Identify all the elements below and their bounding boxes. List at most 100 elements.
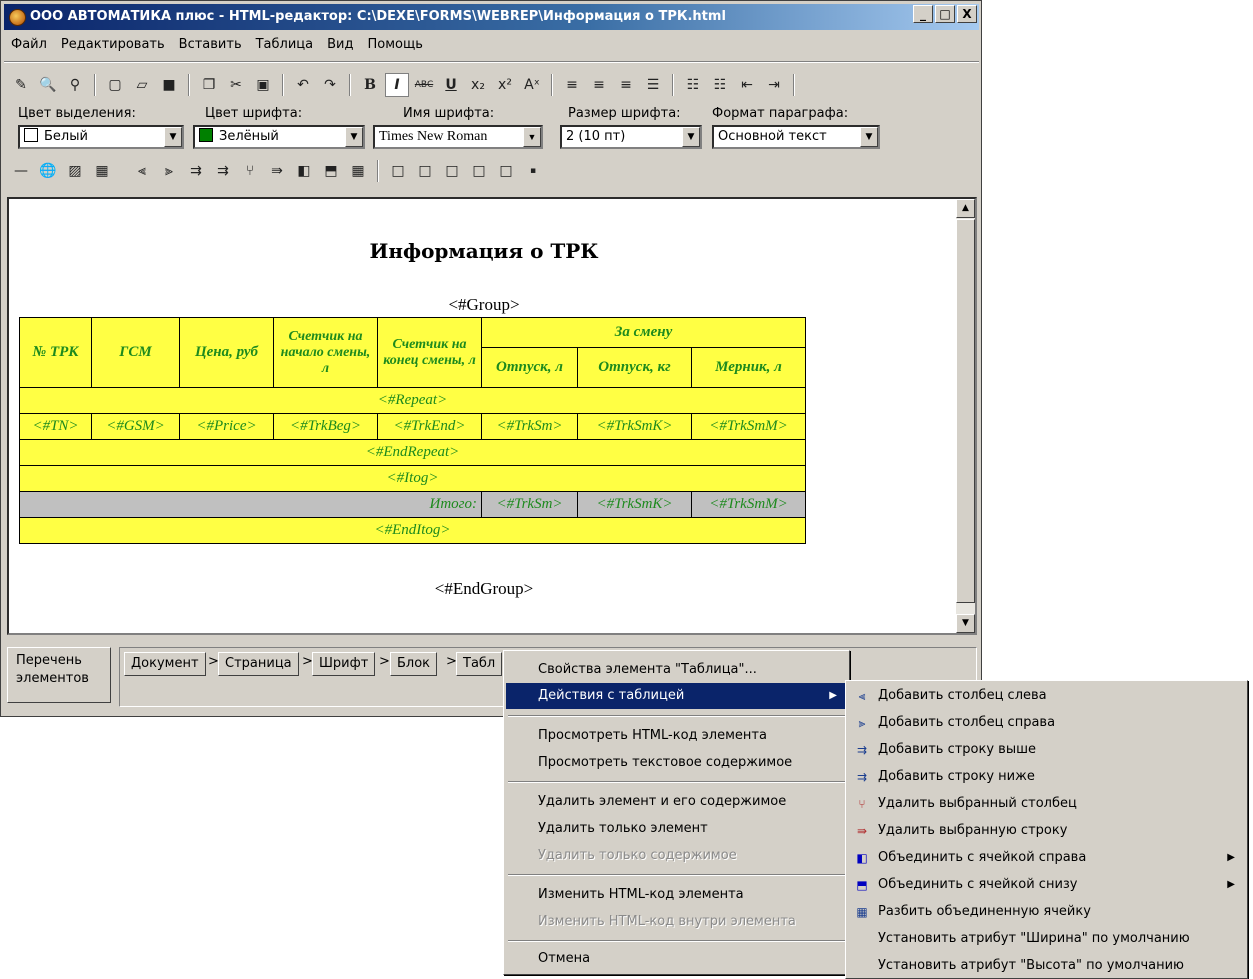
- scroll-thumb[interactable]: [956, 219, 975, 603]
- menu-help[interactable]: Помощь: [360, 32, 429, 58]
- header-cell[interactable]: Отпуск, кг: [577, 347, 692, 388]
- font-name-select[interactable]: Times New Roman ▼: [373, 125, 543, 149]
- superscript-icon[interactable]: x²: [493, 73, 517, 97]
- menu-item-default-width[interactable]: Установить атрибут "Ширина" по умолчанию: [848, 926, 1245, 952]
- crumb-block[interactable]: Блок: [390, 652, 438, 676]
- end-itog-tag[interactable]: <#EndItog>: [19, 517, 806, 544]
- header-cell[interactable]: Мерник, л: [691, 347, 806, 388]
- border-all-icon[interactable]: □: [386, 159, 410, 183]
- outdent-icon[interactable]: ⇤: [735, 73, 759, 97]
- undo-icon[interactable]: ↶: [291, 73, 315, 97]
- bullets-icon[interactable]: ☷: [681, 73, 705, 97]
- menu-item-split-cell[interactable]: ▦ Разбить объединенную ячейку: [848, 899, 1245, 925]
- menu-item-delete-element[interactable]: Удалить только элемент: [506, 816, 847, 842]
- insert-row-below-icon[interactable]: ⇉: [211, 159, 235, 183]
- preview-icon[interactable]: 🔍: [36, 73, 60, 97]
- table-cell[interactable]: <#TrkEnd>: [377, 413, 482, 440]
- data-table[interactable]: № ТРК ГСМ Цена, руб Счетчик на начало см…: [19, 317, 806, 544]
- menu-item-table-properties[interactable]: Свойства элемента "Таблица"...: [506, 657, 847, 683]
- justify-icon[interactable]: ☰: [641, 73, 665, 97]
- menu-item-add-col-left[interactable]: ⫷ Добавить столбец слева: [848, 683, 1245, 709]
- crumb-document[interactable]: Документ: [124, 652, 206, 676]
- find-icon[interactable]: ⚲: [63, 73, 87, 97]
- menu-item-cancel[interactable]: Отмена: [506, 946, 847, 972]
- more-icon[interactable]: ▪: [521, 159, 545, 183]
- header-cell[interactable]: Счетчик на начало смены, л: [273, 317, 378, 388]
- header-cell[interactable]: ГСМ: [91, 317, 180, 388]
- close-button[interactable]: X: [957, 5, 977, 23]
- menu-file[interactable]: Файл: [4, 32, 54, 58]
- bold-icon[interactable]: B: [358, 73, 382, 97]
- menu-insert[interactable]: Вставить: [172, 32, 249, 58]
- paste-icon[interactable]: ▣: [251, 73, 275, 97]
- border-bottom-icon[interactable]: □: [467, 159, 491, 183]
- insert-col-right-icon[interactable]: ⫸: [157, 159, 181, 183]
- elements-list-button[interactable]: Перечень элементов: [7, 647, 111, 703]
- font-color-select[interactable]: Зелёный ▼: [193, 125, 365, 149]
- table-cell[interactable]: <#TrkSmM>: [691, 413, 806, 440]
- header-cell[interactable]: За смену: [481, 317, 806, 348]
- magic-icon[interactable]: ✎: [9, 73, 33, 97]
- new-icon[interactable]: ▢: [103, 73, 127, 97]
- align-left-icon[interactable]: ≡: [560, 73, 584, 97]
- chevron-down-icon[interactable]: ▼: [345, 127, 363, 147]
- vertical-scrollbar[interactable]: ▲ ▼: [956, 199, 975, 633]
- crumb-table[interactable]: Табл: [456, 652, 503, 676]
- minimize-button[interactable]: _: [913, 5, 933, 23]
- menu-item-view-text[interactable]: Просмотреть текстовое содержимое: [506, 750, 847, 776]
- numbering-icon[interactable]: ☷: [708, 73, 732, 97]
- save-icon[interactable]: ■: [157, 73, 181, 97]
- repeat-tag[interactable]: <#Repeat>: [19, 387, 806, 414]
- table-cell[interactable]: <#TrkSmM>: [691, 491, 806, 518]
- menu-item-delete-with-content[interactable]: Удалить элемент и его содержимое: [506, 789, 847, 815]
- title-bar[interactable]: ООО АВТОМАТИКА плюс - HTML-редактор: C:\…: [4, 4, 979, 30]
- menu-edit[interactable]: Редактировать: [54, 32, 172, 58]
- merge-down-icon[interactable]: ⬒: [319, 159, 343, 183]
- scroll-down-icon[interactable]: ▼: [956, 614, 975, 633]
- indent-icon[interactable]: ⇥: [762, 73, 786, 97]
- strike-icon[interactable]: ABC: [412, 73, 436, 97]
- end-repeat-tag[interactable]: <#EndRepeat>: [19, 439, 806, 466]
- image-icon[interactable]: ▨: [63, 159, 87, 183]
- table-cell[interactable]: <#TrkBeg>: [273, 413, 378, 440]
- menu-item-merge-right[interactable]: ◧ Объединить с ячейкой справа ▶: [848, 845, 1245, 871]
- menu-item-merge-down[interactable]: ⬒ Объединить с ячейкой снизу ▶: [848, 872, 1245, 898]
- menu-item-default-height[interactable]: Установить атрибут "Высота" по умолчанию: [848, 953, 1245, 979]
- highlight-color-select[interactable]: Белый ▼: [18, 125, 184, 149]
- menu-item-delete-row[interactable]: ⇛ Удалить выбранную строку: [848, 818, 1245, 844]
- chevron-down-icon[interactable]: ▼: [860, 127, 878, 147]
- menu-item-edit-html[interactable]: Изменить HTML-код элемента: [506, 882, 847, 908]
- menu-item-add-row-below[interactable]: ⇉ Добавить строку ниже: [848, 764, 1245, 790]
- menu-item-add-row-above[interactable]: ⇉ Добавить строку выше: [848, 737, 1245, 763]
- crumb-page[interactable]: Страница: [218, 652, 299, 676]
- maximize-button[interactable]: □: [935, 5, 955, 23]
- total-label[interactable]: Итого:: [19, 491, 482, 518]
- menu-item-table-actions[interactable]: Действия с таблицей ▶: [506, 683, 847, 709]
- crumb-font[interactable]: Шрифт: [312, 652, 376, 676]
- editor-area[interactable]: Информация о ТРК <#Group> № ТРК ГСМ Цена…: [7, 197, 977, 635]
- insert-col-left-icon[interactable]: ⫷: [130, 159, 154, 183]
- chevron-down-icon[interactable]: ▼: [682, 127, 700, 147]
- header-cell[interactable]: Цена, руб: [179, 317, 274, 388]
- table-cell[interactable]: <#TrkSmK>: [577, 491, 692, 518]
- align-right-icon[interactable]: ≡: [614, 73, 638, 97]
- border-box-icon[interactable]: □: [494, 159, 518, 183]
- table-icon[interactable]: ▦: [90, 159, 114, 183]
- underline-icon[interactable]: U: [439, 73, 463, 97]
- open-icon[interactable]: ▱: [130, 73, 154, 97]
- header-cell[interactable]: Счетчик на конец смены, л: [377, 317, 482, 388]
- clear-format-icon[interactable]: Aˣ: [520, 73, 544, 97]
- table-cell[interactable]: <#TrkSmK>: [577, 413, 692, 440]
- chevron-down-icon[interactable]: ▼: [164, 127, 182, 147]
- border-right-icon[interactable]: □: [440, 159, 464, 183]
- table-cell[interactable]: <#TrkSm>: [481, 491, 578, 518]
- border-left-icon[interactable]: □: [413, 159, 437, 183]
- hr-icon[interactable]: —: [9, 159, 33, 183]
- paragraph-format-select[interactable]: Основной текст ▼: [712, 125, 880, 149]
- chevron-down-icon[interactable]: ▼: [523, 127, 541, 147]
- header-cell[interactable]: № ТРК: [19, 317, 92, 388]
- itog-tag[interactable]: <#Itog>: [19, 465, 806, 492]
- subscript-icon[interactable]: x₂: [466, 73, 490, 97]
- delete-row-icon[interactable]: ⇛: [265, 159, 289, 183]
- copy-icon[interactable]: ❐: [197, 73, 221, 97]
